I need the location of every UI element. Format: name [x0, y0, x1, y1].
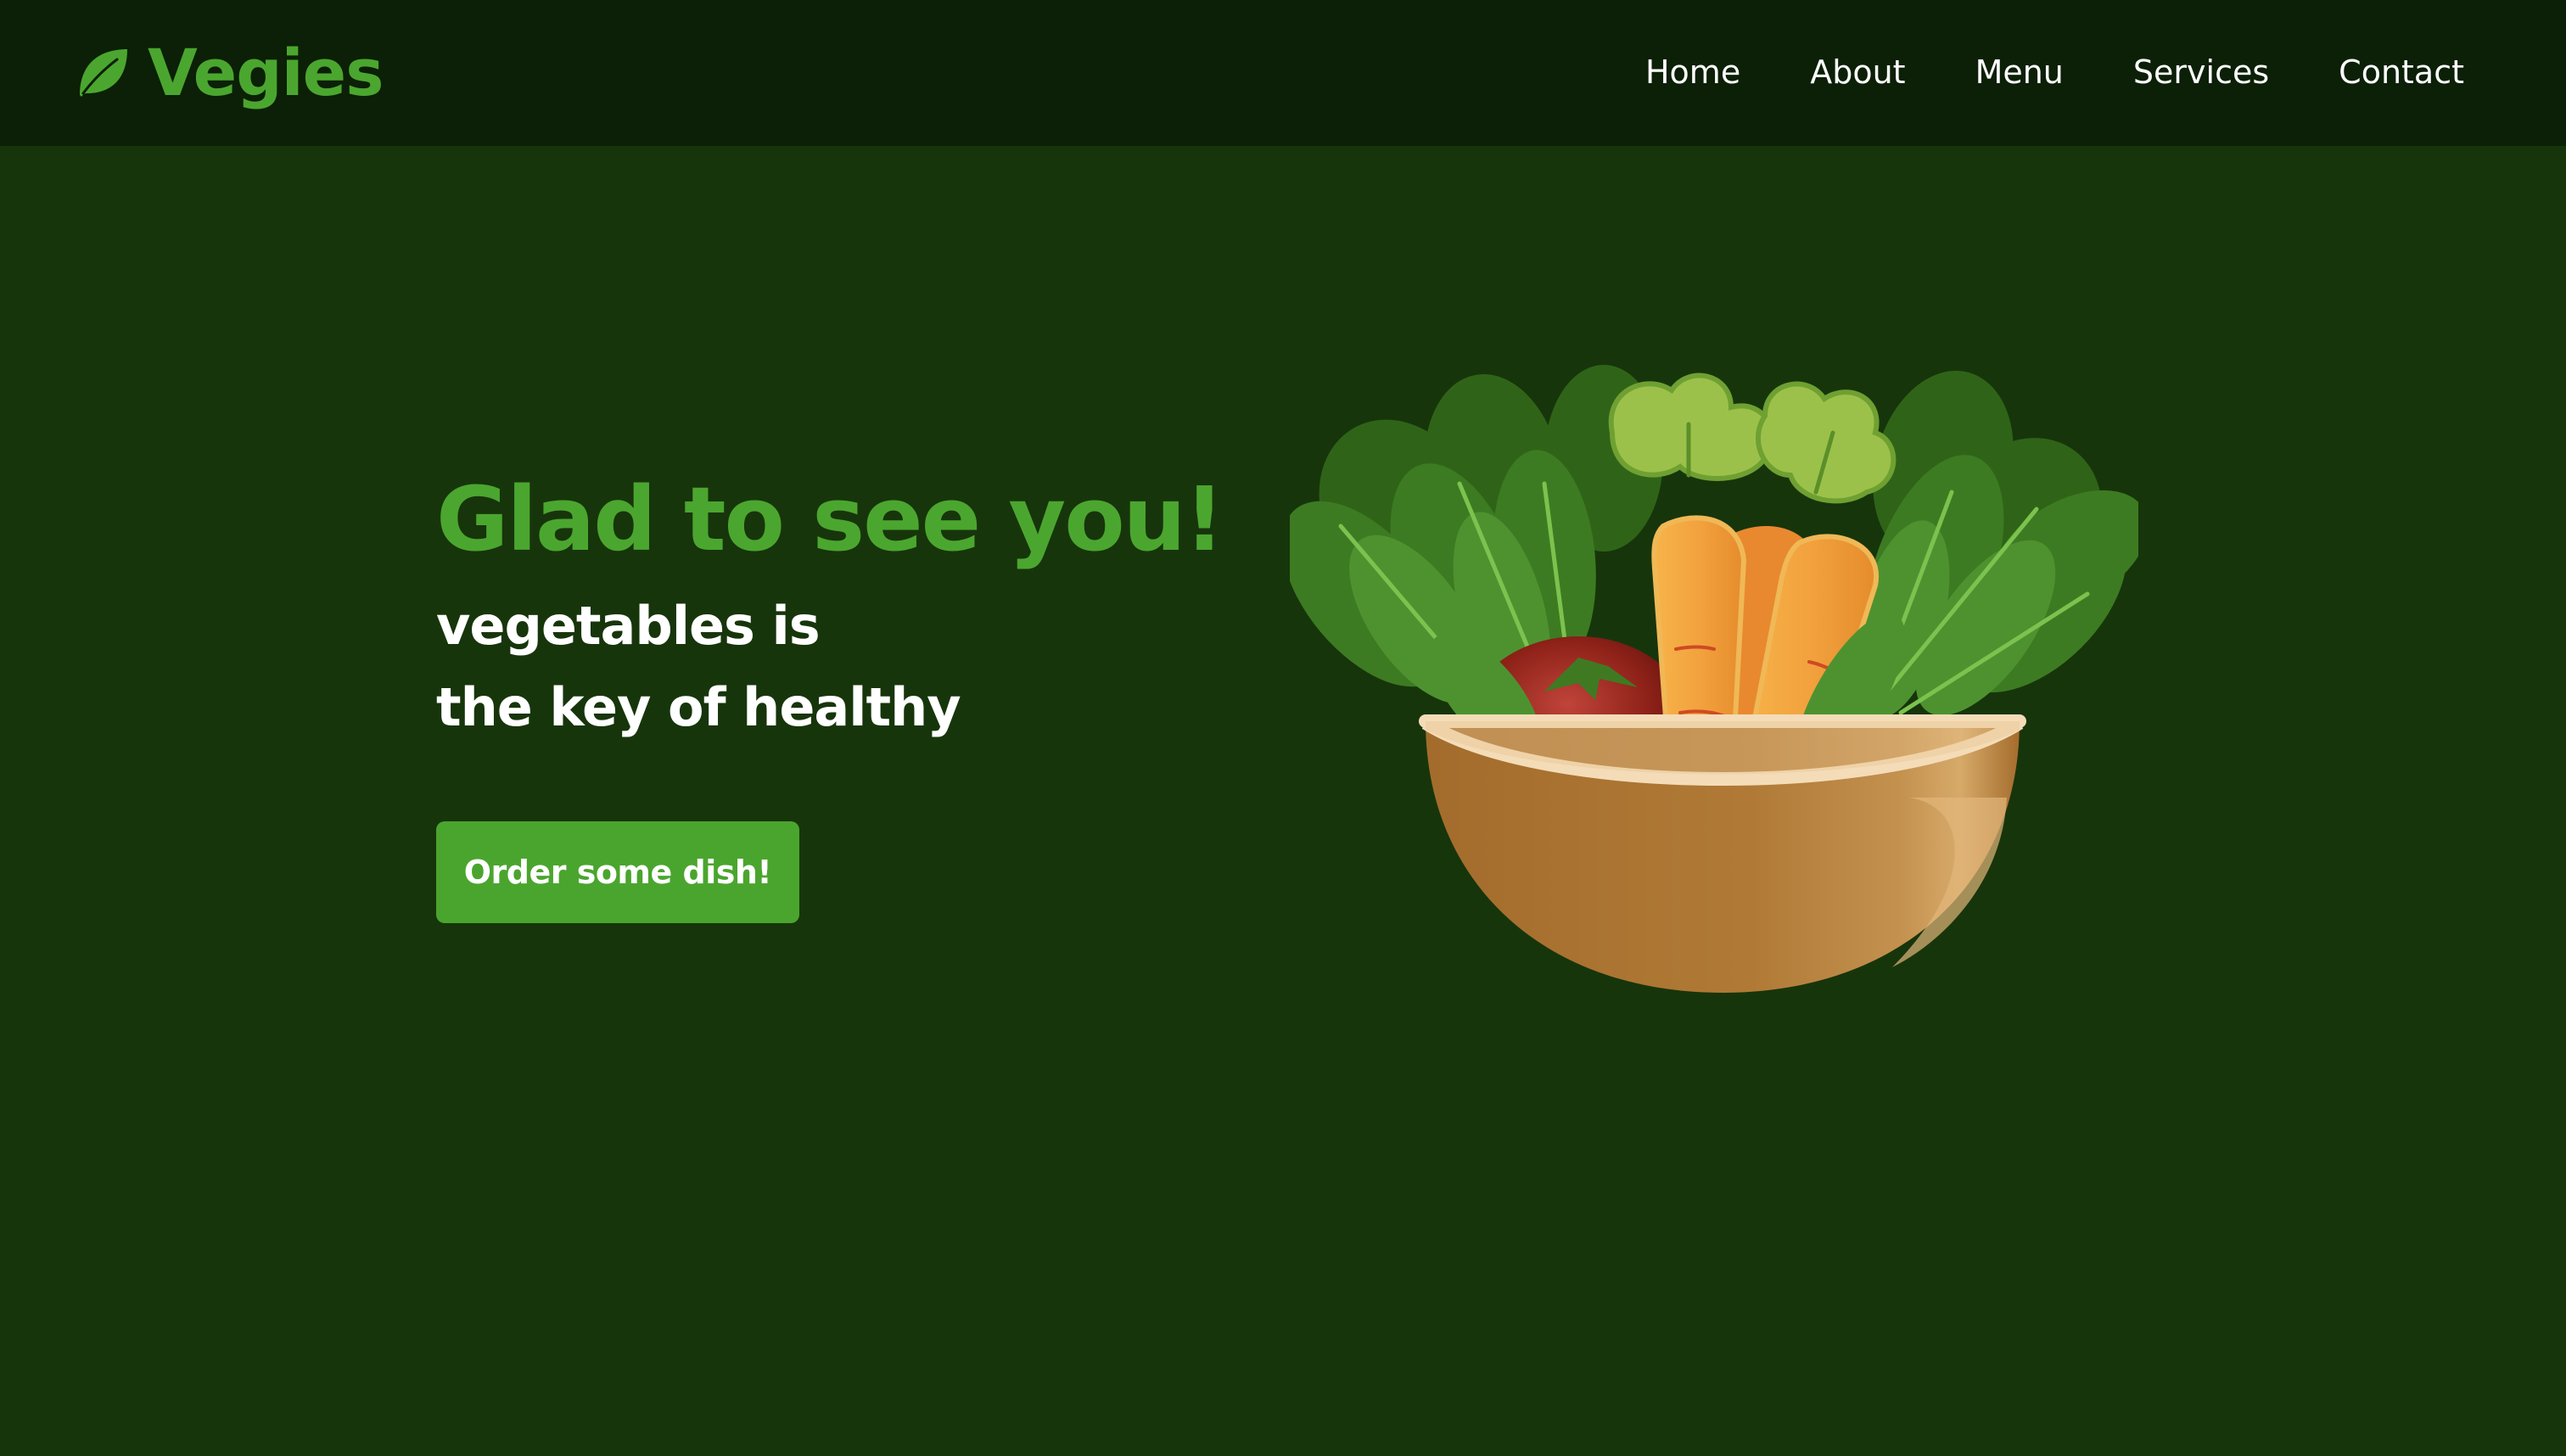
- nav-item-menu[interactable]: Menu: [1975, 48, 2064, 97]
- nav-item-home[interactable]: Home: [1645, 48, 1740, 97]
- main-nav: Home About Menu Services Contact: [1645, 48, 2464, 97]
- hero-subtitle-line-1: vegetables is: [436, 595, 821, 657]
- hero-title: Glad to see you!: [436, 468, 1224, 571]
- vegetable-bowl-illustration: [1290, 356, 2138, 1018]
- page: Vegies Home About Menu Services Contact …: [0, 0, 2566, 1456]
- brand-logo[interactable]: Vegies: [75, 31, 384, 115]
- hero-subtitle: vegetables is the key of healthy: [436, 585, 1223, 748]
- site-header: Vegies Home About Menu Services Contact: [0, 0, 2566, 146]
- hero-subtitle-line-2: the key of healthy: [436, 676, 961, 738]
- nav-item-services[interactable]: Services: [2133, 48, 2269, 97]
- nav-item-contact[interactable]: Contact: [2339, 48, 2464, 97]
- leaf-icon: [75, 46, 129, 100]
- order-dish-button[interactable]: Order some dish!: [436, 821, 799, 923]
- brand-name: Vegies: [148, 35, 384, 110]
- hero-text: Glad to see you! vegetables is the key o…: [436, 468, 1224, 748]
- nav-item-about[interactable]: About: [1810, 48, 1905, 97]
